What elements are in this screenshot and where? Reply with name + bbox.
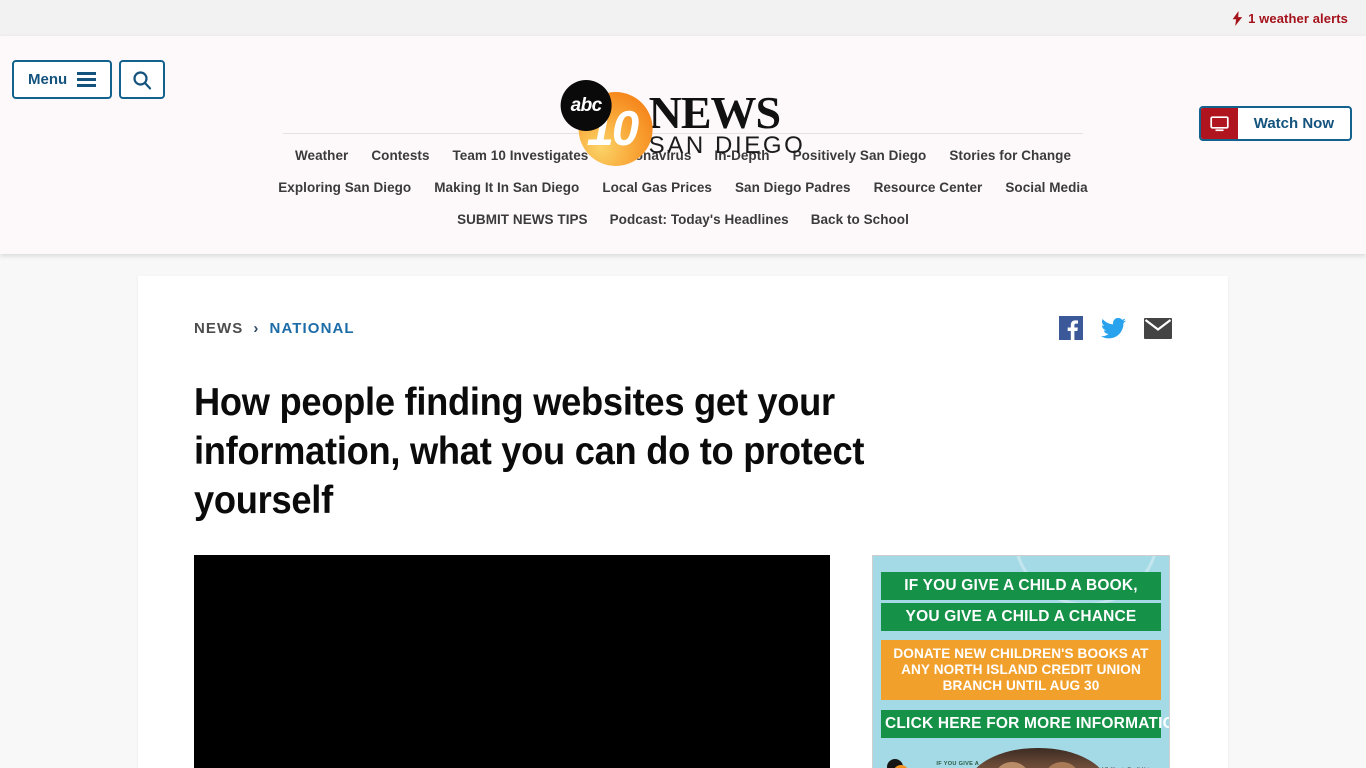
site-header: Menu 10 abc NEWS SAN DIEGO Watch Now Wea…	[0, 36, 1366, 254]
nav-link-exploring-san-diego[interactable]: Exploring San Diego	[278, 180, 411, 195]
nav-link-contests[interactable]: Contests	[371, 148, 429, 163]
header-top-row: Menu 10 abc NEWS SAN DIEGO Watch Now	[0, 36, 1366, 166]
chevron-right-icon: ›	[253, 319, 260, 337]
email-icon[interactable]	[1144, 317, 1172, 339]
nav-link-positively-san-diego[interactable]: Positively San Diego	[793, 148, 927, 163]
ad-abc10-logo-icon	[887, 759, 917, 768]
menu-button-label: Menu	[28, 71, 68, 88]
nav-link-back-to-school[interactable]: Back to School	[811, 212, 909, 227]
weather-alerts-link[interactable]: 1 weather alerts	[1232, 10, 1348, 26]
nav-link-social-media[interactable]: Social Media	[1005, 180, 1087, 195]
article-card: NEWS › NATIONAL How people finding websi…	[138, 276, 1228, 768]
facebook-icon[interactable]	[1059, 316, 1083, 340]
logo-wordmark: NEWS SAN DIEGO	[648, 90, 806, 159]
nav-link-submit-news-tips[interactable]: SUBMIT NEWS TIPS	[457, 212, 588, 227]
nav-link-san-diego-padres[interactable]: San Diego Padres	[735, 180, 851, 195]
article-media-row: IF YOU GIVE A CHILD A BOOK, YOU GIVE A C…	[194, 555, 1172, 768]
watch-now-button[interactable]: Watch Now	[1198, 106, 1352, 141]
video-player[interactable]	[194, 555, 830, 768]
logo-market-text: SAN DIEGO	[648, 132, 806, 159]
breadcrumb-national[interactable]: NATIONAL	[270, 320, 355, 337]
article-headline: How people finding websites get your inf…	[194, 381, 865, 522]
nav-row-3: SUBMIT NEWS TIPS Podcast: Today's Headli…	[0, 195, 1366, 227]
abc-logo-label: abc	[570, 94, 603, 116]
twitter-icon[interactable]	[1101, 317, 1126, 339]
weather-alerts-label: 1 weather alerts	[1248, 10, 1348, 26]
header-left-controls: Menu	[12, 60, 166, 99]
breadcrumb: NEWS › NATIONAL	[194, 320, 355, 337]
hamburger-icon	[77, 72, 97, 87]
advertisement-banner[interactable]: IF YOU GIVE A CHILD A BOOK, YOU GIVE A C…	[872, 555, 1170, 768]
nav-link-weather[interactable]: Weather	[295, 148, 348, 163]
page-body: NEWS › NATIONAL How people finding websi…	[0, 254, 1366, 768]
breadcrumb-news[interactable]: NEWS	[194, 320, 243, 337]
nav-link-local-gas-prices[interactable]: Local Gas Prices	[602, 180, 712, 195]
lightning-bolt-icon	[1232, 10, 1243, 26]
article-header-row: NEWS › NATIONAL	[194, 316, 1172, 340]
ad-photo-children	[967, 748, 1109, 768]
share-icons	[1059, 316, 1172, 340]
weather-alert-bar: 1 weather alerts	[0, 0, 1366, 36]
site-logo[interactable]: 10 abc NEWS SAN DIEGO	[560, 80, 806, 168]
nav-link-podcast-todays-headlines[interactable]: Podcast: Today's Headlines	[610, 212, 789, 227]
nav-link-making-it-in-san-diego[interactable]: Making It In San Diego	[434, 180, 579, 195]
ad-headline-line-1: IF YOU GIVE A CHILD A BOOK,	[881, 572, 1161, 600]
watch-now-label: Watch Now	[1253, 115, 1334, 132]
search-icon	[133, 70, 152, 89]
abc-logo-icon: abc	[560, 80, 612, 131]
tv-monitor-icon	[1200, 108, 1238, 139]
ad-footer: IF YOU GIVE A CHILD A BOOK island credit…	[881, 748, 1161, 768]
ad-cta-button[interactable]: CLICK HERE FOR MORE INFORMATION	[881, 710, 1169, 738]
menu-button[interactable]: Menu	[12, 60, 113, 99]
search-button[interactable]	[119, 60, 166, 99]
logo-news-text: NEWS	[648, 87, 781, 138]
nav-link-resource-center[interactable]: Resource Center	[874, 180, 983, 195]
ad-headline-line-2: YOU GIVE A CHILD A CHANCE	[881, 603, 1161, 631]
nav-link-stories-for-change[interactable]: Stories for Change	[949, 148, 1071, 163]
ad-content: IF YOU GIVE A CHILD A BOOK, YOU GIVE A C…	[873, 556, 1169, 768]
logo-mark: 10 abc	[560, 80, 653, 168]
ad-body-text: DONATE NEW CHILDREN'S BOOKS AT ANY NORTH…	[881, 640, 1161, 700]
